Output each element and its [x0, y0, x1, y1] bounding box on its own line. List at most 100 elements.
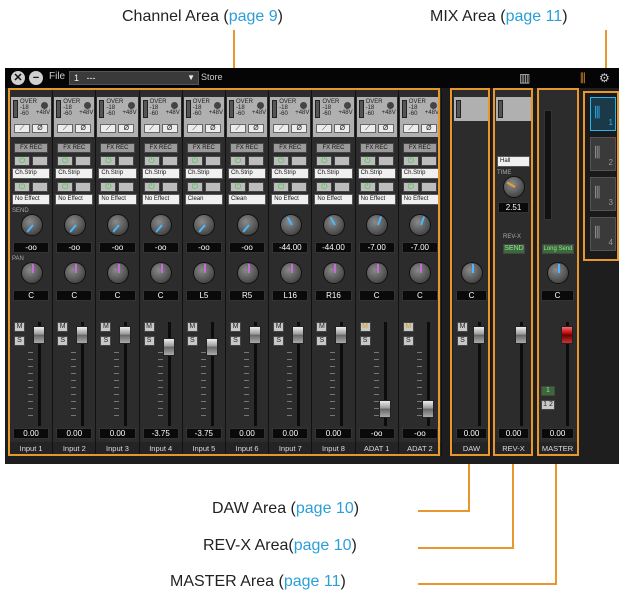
ch-strip-select[interactable]: Ch.Strip [55, 168, 94, 179]
strip-edit-icon[interactable] [377, 156, 394, 166]
pan-knob[interactable] [236, 262, 259, 284]
pan-knob[interactable] [366, 262, 389, 284]
effect-select[interactable]: Clean [184, 194, 223, 205]
phase-button[interactable]: Ø [204, 124, 221, 133]
solo-button[interactable]: S [359, 336, 371, 346]
mute-button[interactable]: M [143, 322, 155, 332]
daw-solo-button[interactable]: S [457, 336, 468, 346]
hpf-button[interactable]: ⟋ [100, 124, 117, 133]
gain-knob[interactable] [213, 102, 221, 109]
revx-area-page-link[interactable]: page 10 [294, 537, 352, 554]
effect-power-icon[interactable]: ⏻ [186, 182, 203, 192]
strip-power-icon[interactable]: ⏻ [186, 156, 203, 166]
ch-strip-select[interactable]: Ch.Strip [12, 168, 51, 179]
ch-strip-select[interactable]: Ch.Strip [228, 168, 267, 179]
master-area-page-link[interactable]: page 11 [284, 573, 341, 590]
send-knob[interactable] [150, 214, 173, 236]
ch-strip-select[interactable]: Ch.Strip [314, 168, 353, 179]
fader-handle[interactable] [292, 326, 305, 344]
mix-button-4[interactable]: ⫼ 4 [590, 217, 616, 251]
phase-button[interactable]: Ø [161, 124, 178, 133]
gain-knob[interactable] [84, 102, 92, 109]
gain-knob[interactable] [300, 102, 308, 109]
solo-button[interactable]: S [100, 336, 112, 346]
solo-button[interactable]: S [57, 336, 69, 346]
pan-knob[interactable] [322, 262, 345, 284]
effect-edit-icon[interactable] [248, 182, 264, 192]
strip-edit-icon[interactable] [161, 156, 178, 166]
effect-power-icon[interactable]: ⏻ [143, 182, 160, 192]
pan-knob[interactable] [279, 262, 302, 284]
gain-knob[interactable] [257, 102, 265, 109]
fader-handle[interactable] [33, 326, 45, 344]
solo-button[interactable]: S [273, 336, 285, 346]
pan-knob[interactable] [193, 262, 216, 284]
effect-select[interactable]: No Effect [12, 194, 51, 205]
daw-area-page-link[interactable]: page 10 [296, 500, 354, 517]
preset-select[interactable]: 1 --- ▼ [69, 71, 199, 85]
effect-edit-icon[interactable] [291, 182, 308, 192]
gain-knob[interactable] [386, 102, 394, 109]
send-knob[interactable] [106, 214, 129, 236]
strip-power-icon[interactable]: ⏻ [143, 156, 160, 166]
effect-select[interactable]: No Effect [98, 194, 137, 205]
hpf-button[interactable]: ⟋ [316, 124, 333, 133]
mute-button[interactable]: M [14, 322, 25, 332]
send-knob[interactable] [279, 214, 302, 236]
revx-type-select[interactable]: Hall [497, 156, 530, 167]
solo-button[interactable]: S [230, 336, 241, 346]
hpf-button[interactable]: ⟋ [273, 124, 290, 133]
fader-handle[interactable] [249, 326, 261, 344]
mute-button[interactable]: M [100, 322, 112, 332]
mute-button[interactable]: M [57, 322, 69, 332]
daw-fader-handle[interactable] [473, 326, 485, 344]
revx-send-button[interactable]: SEND [503, 244, 525, 254]
fx-rec-button[interactable]: FX REC [143, 143, 178, 153]
ch-strip-select[interactable]: Ch.Strip [400, 168, 439, 179]
effect-select[interactable]: No Effect [357, 194, 396, 205]
gain-knob[interactable] [170, 102, 178, 109]
strip-power-icon[interactable]: ⏻ [100, 156, 117, 166]
send-knob[interactable] [322, 214, 345, 236]
solo-button[interactable]: S [402, 336, 414, 346]
pan-knob[interactable] [20, 262, 43, 284]
effect-power-icon[interactable]: ⏻ [359, 182, 376, 192]
ch-strip-select[interactable]: Ch.Strip [141, 168, 180, 179]
mix-button-1[interactable]: ⫼ 1 [590, 97, 616, 131]
mute-button[interactable]: M [186, 322, 198, 332]
hpf-button[interactable]: ⟋ [359, 124, 376, 133]
pan-knob[interactable] [409, 262, 432, 284]
effect-edit-icon[interactable] [75, 182, 92, 192]
revx-time-knob[interactable] [503, 176, 525, 198]
fader-handle[interactable] [205, 338, 218, 356]
gain-knob[interactable] [429, 102, 437, 109]
strip-edit-icon[interactable] [248, 156, 264, 166]
effect-edit-icon[interactable] [118, 182, 135, 192]
mix-button-2[interactable]: ⫼ 2 [590, 137, 616, 171]
long-send-button[interactable]: Long Send [542, 244, 574, 254]
effect-power-icon[interactable]: ⏻ [57, 182, 74, 192]
fader-handle[interactable] [421, 400, 434, 418]
phase-button[interactable]: Ø [420, 124, 437, 133]
effect-edit-icon[interactable] [334, 182, 351, 192]
effect-edit-icon[interactable] [377, 182, 394, 192]
gear-icon[interactable]: ⚙ [599, 71, 610, 85]
strip-edit-icon[interactable] [204, 156, 221, 166]
hpf-button[interactable]: ⟋ [57, 124, 74, 133]
send-knob[interactable] [193, 214, 216, 236]
effect-select[interactable]: Clean [228, 194, 267, 205]
daw-mute-button[interactable]: M [457, 322, 468, 332]
strip-edit-icon[interactable] [75, 156, 92, 166]
effect-power-icon[interactable]: ⏻ [14, 182, 30, 192]
minimize-icon[interactable]: − [29, 71, 43, 85]
effect-power-icon[interactable]: ⏻ [230, 182, 246, 192]
strip-edit-icon[interactable] [334, 156, 351, 166]
hpf-button[interactable]: ⟋ [186, 124, 203, 133]
strip-edit-icon[interactable] [420, 156, 437, 166]
daw-pan-knob[interactable] [461, 262, 483, 284]
fx-rec-button[interactable]: FX REC [230, 143, 265, 153]
fx-rec-button[interactable]: FX REC [316, 143, 351, 153]
strip-edit-icon[interactable] [291, 156, 308, 166]
mix-button-3[interactable]: ⫼ 3 [590, 177, 616, 211]
mute-button[interactable]: M [402, 322, 414, 332]
